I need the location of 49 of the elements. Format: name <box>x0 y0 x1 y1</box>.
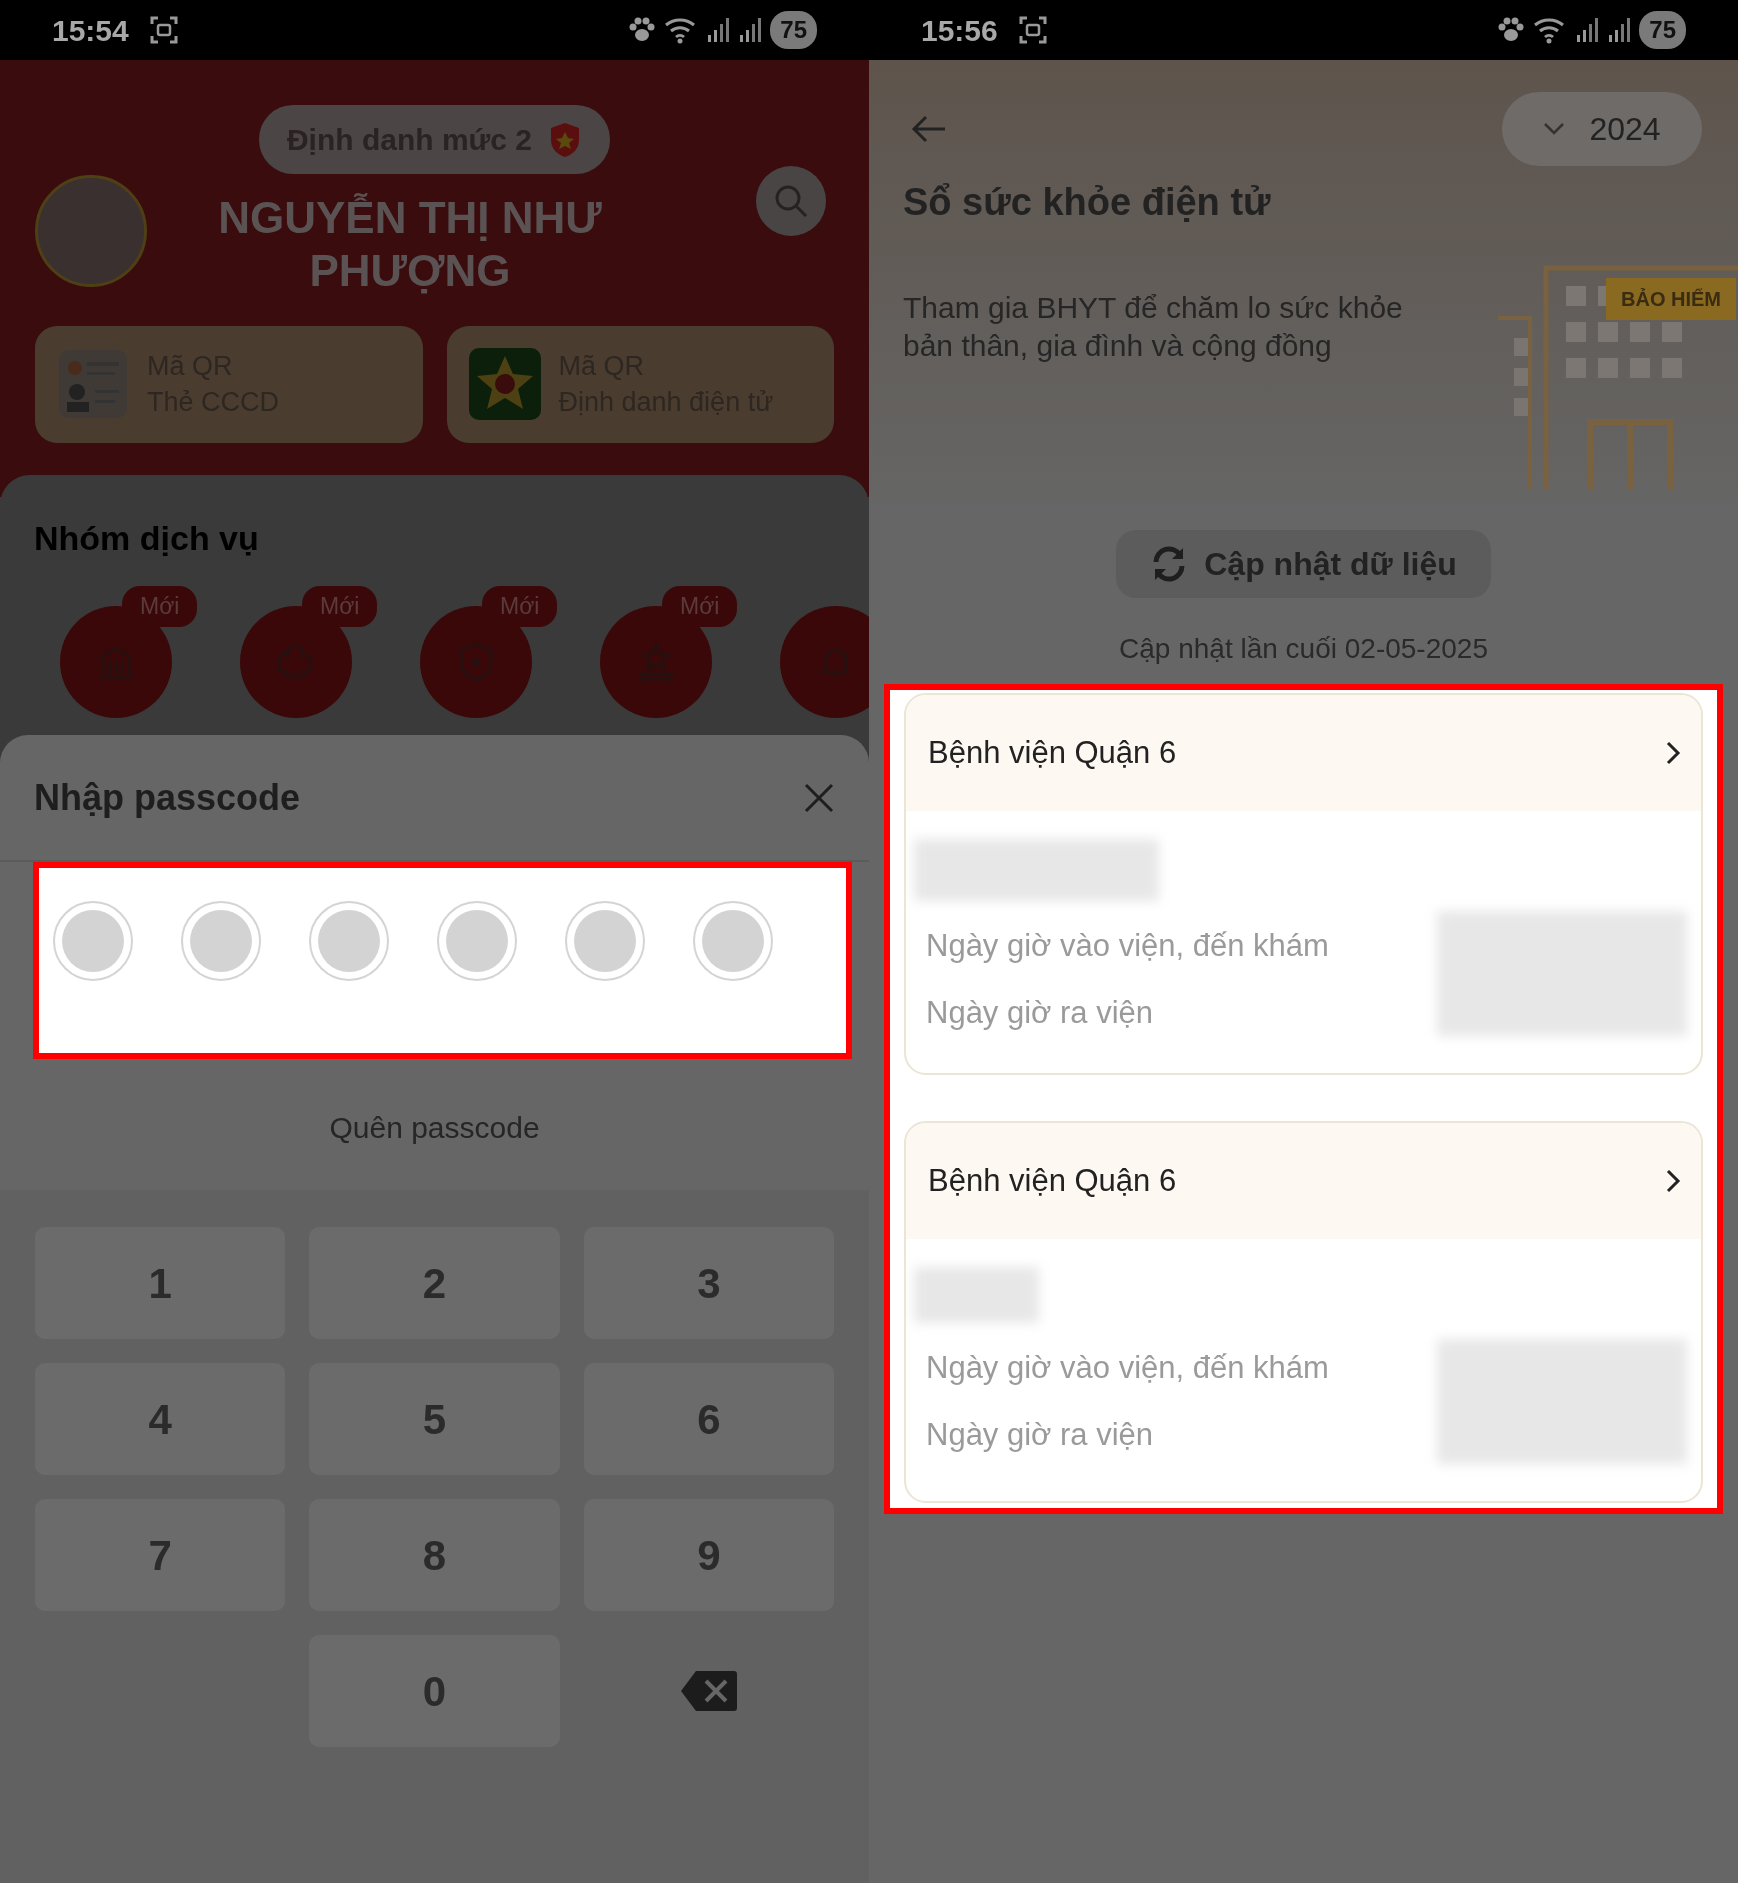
keypad-key[interactable]: 1 <box>35 1227 286 1339</box>
screenshot-icon <box>1017 15 1048 45</box>
clock-time: 15:56 <box>921 12 998 49</box>
keypad-key[interactable]: 5 <box>309 1363 560 1475</box>
forgot-passcode-link[interactable]: Quên passcode <box>329 1111 540 1144</box>
user-name: NGUYỄN THỊ NHƯ PHƯỢNG <box>217 192 603 297</box>
year-text: 2024 <box>1589 110 1661 149</box>
chevron-right-icon <box>1665 740 1681 766</box>
refresh-button[interactable]: Cập nhật dữ liệu <box>1116 530 1491 598</box>
year-dropdown[interactable]: 2024 <box>1502 92 1702 166</box>
keypad-key[interactable]: 6 <box>583 1363 834 1475</box>
keypad-key[interactable]: 8 <box>309 1499 560 1611</box>
backspace-icon[interactable] <box>679 1669 738 1713</box>
service-icon[interactable] <box>780 606 869 718</box>
back-arrow-icon[interactable] <box>911 114 947 144</box>
close-icon[interactable] <box>803 781 835 814</box>
field-label: Ngày giờ ra viện <box>926 993 1155 1032</box>
keypad-key[interactable]: 2 <box>309 1227 560 1339</box>
signal-icon <box>706 17 731 43</box>
field-label: Ngày giờ vào viện, đến khám <box>926 1349 1329 1387</box>
hospital-name: Bệnh viện Quận 6 <box>928 1161 1177 1200</box>
last-updated-text: Cập nhật lần cuối 02-05-2025 <box>1118 632 1489 666</box>
field-label: Ngày giờ ra viện <box>926 1415 1155 1454</box>
keypad-key[interactable]: 9 <box>583 1499 834 1611</box>
sign-label: BẢO HIỂM <box>1606 278 1736 320</box>
page-description: Tham gia BHYT để chăm lo sức khỏe bản thân, gia đình và cộng đồng <box>903 290 1404 364</box>
paw-icon <box>628 17 657 43</box>
screenshot-icon <box>148 15 179 45</box>
paw-icon <box>1497 17 1526 43</box>
chevron-down-icon <box>1543 122 1566 136</box>
signal-icon <box>1607 17 1632 43</box>
record-card[interactable]: Bệnh viện Quận 6 Ngày giờ vào viện, đến khám Ngày giờ ra viện <box>904 693 1703 1075</box>
record-card[interactable]: Bệnh viện Quận 6 Ngày giờ vào viện, đến khám Ngày giờ ra viện <box>904 1121 1703 1503</box>
keypad-key[interactable]: 0 <box>309 1635 560 1747</box>
hospital-name: Bệnh viện Quận 6 <box>928 733 1177 772</box>
star-emblem-icon <box>466 346 543 423</box>
keypad-key[interactable]: 3 <box>583 1227 834 1339</box>
signal-icon <box>1575 17 1600 43</box>
signal-icon <box>738 17 763 43</box>
chevron-right-icon <box>1665 1168 1681 1194</box>
page-title: Sổ sức khỏe điện tử <box>903 180 1272 225</box>
field-label: Ngày giờ vào viện, đến khám <box>926 927 1329 965</box>
passcode-field[interactable] <box>33 862 852 1059</box>
battery-level: 75 <box>770 11 817 49</box>
keypad-key[interactable]: 7 <box>35 1499 286 1611</box>
clock-time: 15:54 <box>52 12 129 49</box>
sheet-title: Nhập passcode <box>34 775 301 820</box>
keypad-key[interactable]: 4 <box>35 1363 286 1475</box>
battery-level: 75 <box>1639 11 1686 49</box>
